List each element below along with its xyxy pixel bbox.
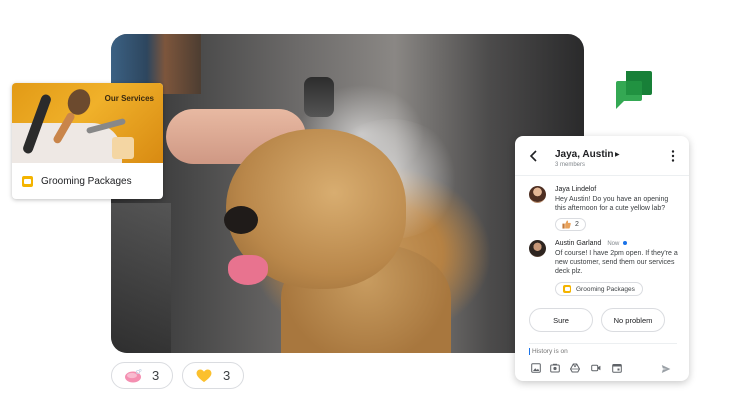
message-reaction-chip[interactable]: 2	[555, 218, 586, 231]
services-thumbnail: Our Services	[12, 83, 163, 163]
reaction-count: 3	[152, 368, 160, 383]
message-text: Hey Austin! Do you have an opening this …	[555, 196, 669, 212]
dog-nose	[224, 206, 258, 234]
soap-icon	[125, 368, 142, 382]
reaction-count: 2	[575, 221, 579, 228]
google-chat-logo-icon	[616, 71, 652, 109]
more-vert-icon[interactable]	[671, 150, 675, 162]
soap-reaction-pill[interactable]: 3	[111, 362, 173, 389]
camera-upload-icon[interactable]	[550, 363, 560, 373]
compose-area	[529, 343, 677, 359]
message-text: Of course! I have 2pm open. If they're a…	[555, 250, 678, 275]
quick-replies: Sure No problem	[529, 308, 665, 332]
send-icon[interactable]	[661, 364, 671, 374]
caret-right-icon[interactable]: ▶	[615, 151, 620, 158]
message-body: Austin Garland Now Of course! I have 2pm …	[555, 240, 679, 298]
thumbs-up-icon	[562, 220, 571, 229]
shower-head	[304, 77, 334, 117]
dog-tongue	[228, 255, 268, 285]
quick-reply-sure-button[interactable]: Sure	[529, 308, 593, 332]
yellow-heart-reaction-pill[interactable]: 3	[182, 362, 244, 389]
yellow-heart-icon	[196, 369, 212, 382]
thumbnail-label: Our Services	[104, 94, 154, 103]
chat-member-count: 3 members	[555, 162, 586, 168]
reaction-count: 3	[223, 368, 231, 383]
services-deck-card[interactable]: Our Services Grooming Packages	[12, 83, 163, 199]
video-call-icon[interactable]	[591, 363, 601, 373]
attachment-title: Grooming Packages	[576, 285, 635, 293]
back-arrow-icon[interactable]	[528, 150, 540, 162]
bathtub-edge	[111, 203, 171, 353]
message-body: Jaya Lindelof Hey Austin! Do you have an…	[555, 186, 679, 234]
image-icon[interactable]	[531, 363, 541, 373]
drive-icon[interactable]	[570, 363, 580, 373]
avatar[interactable]	[529, 240, 546, 257]
message-time: Now	[607, 241, 620, 247]
chat-title[interactable]: Jaya, Austin	[555, 149, 614, 160]
sender-name-row: Austin Garland Now	[555, 240, 679, 247]
attachment-chip[interactable]: Grooming Packages	[555, 282, 643, 296]
thumbnail-soap	[112, 137, 134, 159]
chat-panel: Jaya, Austin ▶ 3 members Jaya Lindelof H…	[515, 136, 689, 381]
online-status-dot	[623, 241, 628, 246]
quick-reply-no-problem-button[interactable]: No problem	[601, 308, 665, 332]
dog-bath-photo	[111, 34, 584, 353]
calendar-icon[interactable]	[612, 363, 622, 373]
sender-name: Austin Garland	[555, 240, 602, 247]
chat-header: Jaya, Austin ▶ 3 members	[515, 136, 689, 176]
services-card-footer: Grooming Packages	[12, 163, 163, 199]
message-input[interactable]	[529, 348, 649, 355]
avatar[interactable]	[529, 186, 546, 203]
slides-icon	[563, 285, 571, 293]
compose-toolbar	[529, 363, 679, 375]
slides-icon	[22, 175, 33, 187]
sender-name: Jaya Lindelof	[555, 186, 597, 193]
services-card-title: Grooming Packages	[41, 175, 132, 187]
